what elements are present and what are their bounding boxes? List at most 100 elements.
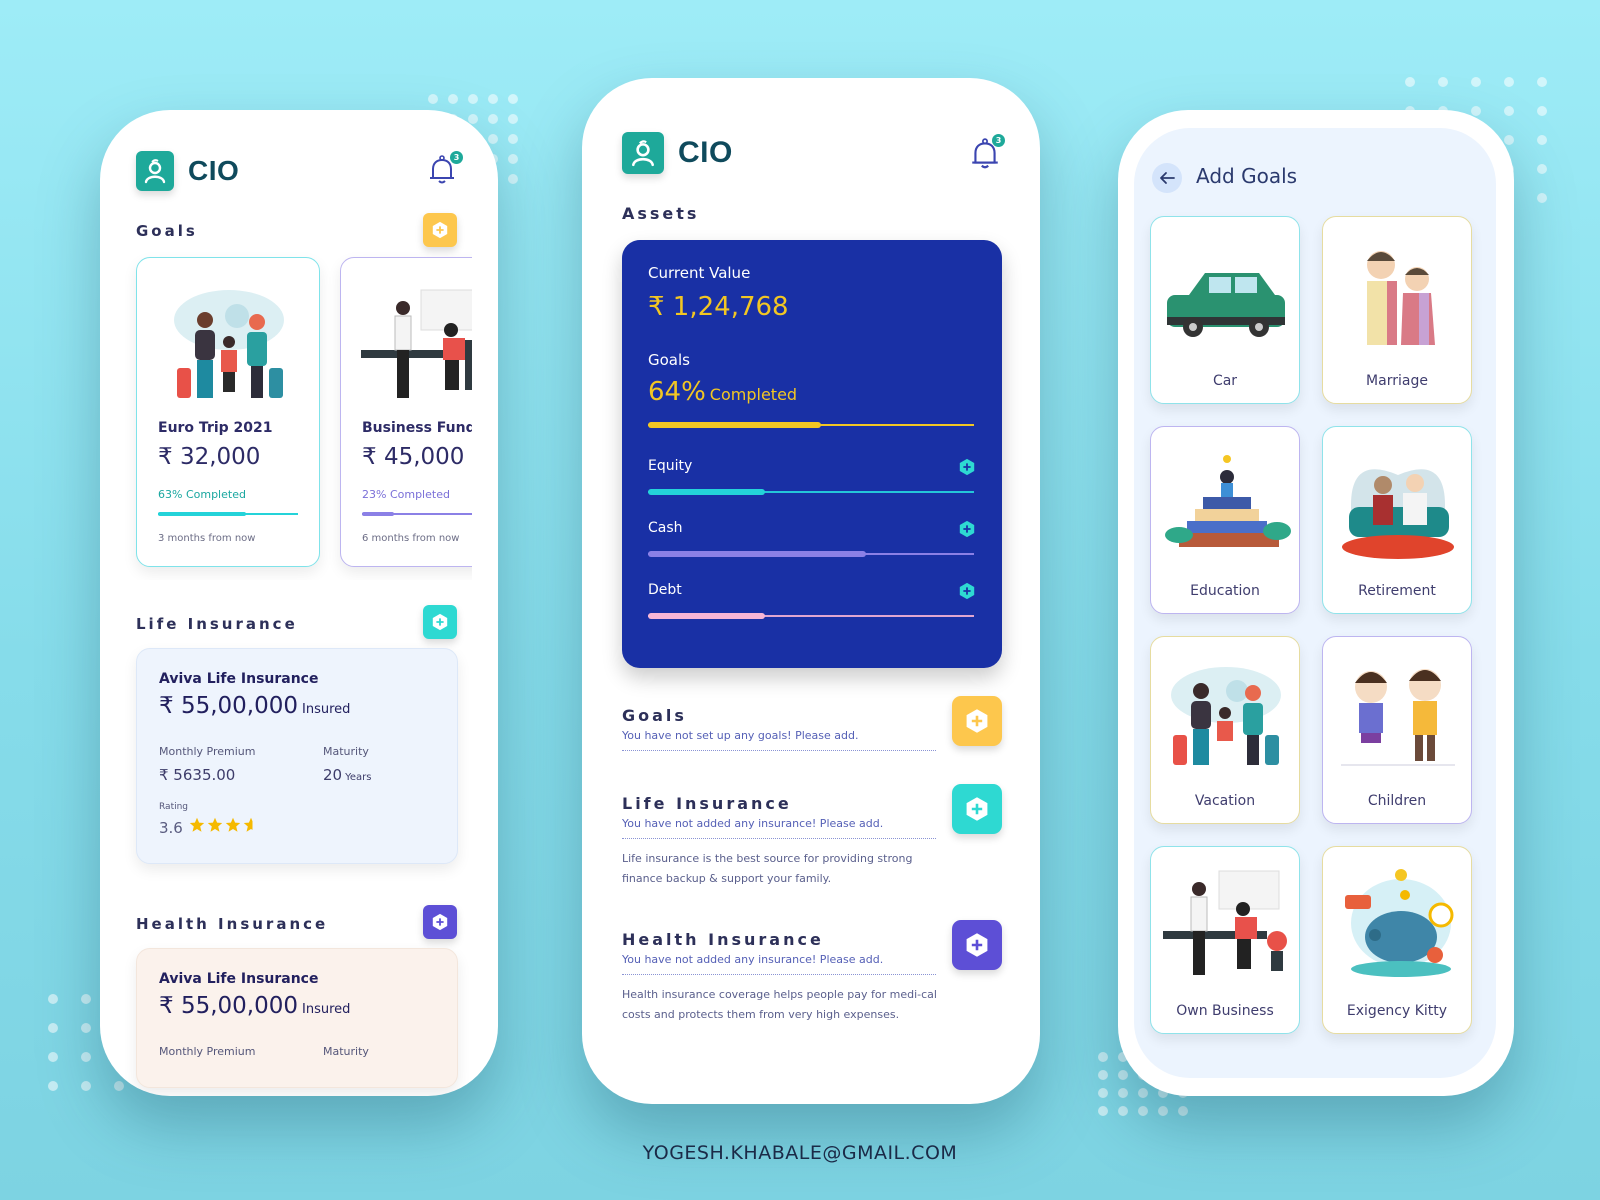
add-life-insurance-button[interactable] xyxy=(952,784,1002,834)
section-description: Health insurance coverage helps people p… xyxy=(622,988,937,1021)
add-health-insurance-button[interactable] xyxy=(423,905,457,939)
decor-dot xyxy=(81,1023,91,1033)
rating-stars xyxy=(189,817,259,833)
add-goals-button[interactable] xyxy=(952,696,1002,746)
section-description: Life insurance is the best source for pr… xyxy=(622,852,913,885)
divider xyxy=(622,838,936,839)
star-icon xyxy=(189,817,205,832)
health-insurance-section: Health Insurance You have not added any … xyxy=(622,930,942,1025)
goal-tile-marriage[interactable]: Marriage xyxy=(1322,216,1472,404)
add-asset-button[interactable] xyxy=(958,458,976,476)
decor-dot xyxy=(468,94,478,104)
goal-tile-education[interactable]: Education xyxy=(1150,426,1300,614)
decor-dot xyxy=(81,994,91,1004)
goal-timeline: 6 months from now xyxy=(362,533,460,544)
divider xyxy=(622,974,936,975)
section-subtitle: You have not added any insurance! Please… xyxy=(622,953,884,966)
decor-dot xyxy=(48,1081,58,1091)
decor-dot xyxy=(1178,1106,1188,1116)
decor-dot xyxy=(508,174,518,184)
goal-tile-car[interactable]: Car xyxy=(1150,216,1300,404)
retirement-illustration xyxy=(1342,469,1454,559)
decor-dot xyxy=(48,1052,58,1062)
add-asset-button[interactable] xyxy=(958,582,976,600)
life-insurance-card[interactable]: Aviva Life Insurance ₹ 55,00,000 Insured … xyxy=(136,648,458,864)
asset-progress-bar xyxy=(648,551,974,557)
goal-completion: 63% Completed xyxy=(158,488,246,501)
decor-dot xyxy=(1405,77,1415,87)
goal-tile-own-business[interactable]: Own Business xyxy=(1150,846,1300,1034)
decor-dot xyxy=(1118,1088,1128,1098)
add-hex-icon xyxy=(432,913,448,931)
decor-dot xyxy=(1098,1088,1108,1098)
decor-dot xyxy=(488,134,498,144)
decor-dot xyxy=(448,94,458,104)
decor-dot xyxy=(1438,77,1448,87)
tile-label: Car xyxy=(1212,373,1238,389)
section-title: Goals xyxy=(622,706,687,725)
insured-amount: ₹ 55,00,000 Insured xyxy=(159,993,351,1019)
decor-dot xyxy=(508,154,518,164)
goal-tile-exigency-kitty[interactable]: Exigency Kitty xyxy=(1322,846,1472,1034)
goals-label: Goals xyxy=(648,351,690,369)
decor-dot xyxy=(1504,135,1514,145)
section-title: Health Insurance xyxy=(622,930,824,949)
page-title: Add Goals xyxy=(1196,164,1298,188)
back-button[interactable] xyxy=(1152,163,1182,193)
goal-tile-children[interactable]: Children xyxy=(1322,636,1472,824)
marriage-illustration xyxy=(1367,251,1435,345)
decor-dot xyxy=(1098,1070,1108,1080)
decor-dot xyxy=(488,94,498,104)
app-logo: CIO xyxy=(622,132,733,174)
decor-dot xyxy=(508,134,518,144)
decor-dot xyxy=(1158,1106,1168,1116)
family-travel-illustration xyxy=(174,290,284,398)
children-illustration xyxy=(1341,669,1455,766)
tile-label: Own Business xyxy=(1176,1003,1274,1019)
decor-dot xyxy=(428,94,438,104)
health-insurance-card[interactable]: Aviva Life Insurance ₹ 55,00,000 Insured … xyxy=(136,948,458,1088)
add-goals-screen: Add Goals Car Marriage Education Retirem… xyxy=(1134,128,1496,1078)
goal-tile-retirement[interactable]: Retirement xyxy=(1322,426,1472,614)
add-life-insurance-button[interactable] xyxy=(423,605,457,639)
decor-dot xyxy=(1537,77,1547,87)
maturity-label: Maturity xyxy=(323,745,369,758)
tile-label: Children xyxy=(1367,793,1427,809)
goal-amount: ₹ 45,000 xyxy=(362,444,465,470)
phone-assets: CIO 3 Assets Current Value ₹ 1,24,768 Go… xyxy=(582,78,1040,1104)
vacation-illustration xyxy=(1171,667,1281,765)
goal-card[interactable]: Euro Trip 2021 ₹ 32,000 63% Completed 3 … xyxy=(136,257,320,567)
goal-timeline: 3 months from now xyxy=(158,533,256,544)
goals-completion: 64% Completed xyxy=(648,377,798,407)
decor-dot xyxy=(1098,1106,1108,1116)
section-title: Life Insurance xyxy=(622,794,792,813)
add-health-insurance-button[interactable] xyxy=(952,920,1002,970)
premium-value: ₹ 5635.00 xyxy=(159,766,236,784)
exigency-kitty-illustration xyxy=(1345,869,1454,977)
goal-tile-vacation[interactable]: Vacation xyxy=(1150,636,1300,824)
asset-progress-bar xyxy=(648,489,974,495)
rating-label: Rating xyxy=(159,802,189,812)
goals-progress-bar xyxy=(648,422,974,428)
add-asset-button[interactable] xyxy=(958,520,976,538)
decor-dot xyxy=(1537,135,1547,145)
decor-dot xyxy=(1471,77,1481,87)
goal-amount: ₹ 32,000 xyxy=(158,444,261,470)
notifications-button[interactable]: 3 xyxy=(970,134,1005,171)
asset-label: Cash xyxy=(648,520,683,536)
goal-name: Business Funds xyxy=(362,420,472,436)
insured-amount: ₹ 55,00,000 Insured xyxy=(159,693,351,719)
insurer-name: Aviva Life Insurance xyxy=(159,971,319,987)
decor-dot xyxy=(488,114,498,124)
goal-progress-bar xyxy=(158,512,298,516)
current-value: ₹ 1,24,768 xyxy=(648,292,789,322)
goal-card[interactable]: Business Funds ₹ 45,000 23% Completed 6 … xyxy=(340,257,472,567)
decor-dot xyxy=(508,94,518,104)
add-hex-icon xyxy=(966,933,988,957)
notification-badge: 3 xyxy=(992,134,1005,147)
arrow-left-icon xyxy=(1160,172,1175,184)
add-hex-icon xyxy=(432,613,448,631)
health-insurance-heading: Health Insurance xyxy=(136,915,329,933)
goal-completion: 23% Completed xyxy=(362,488,450,501)
own-business-illustration xyxy=(1163,870,1287,975)
